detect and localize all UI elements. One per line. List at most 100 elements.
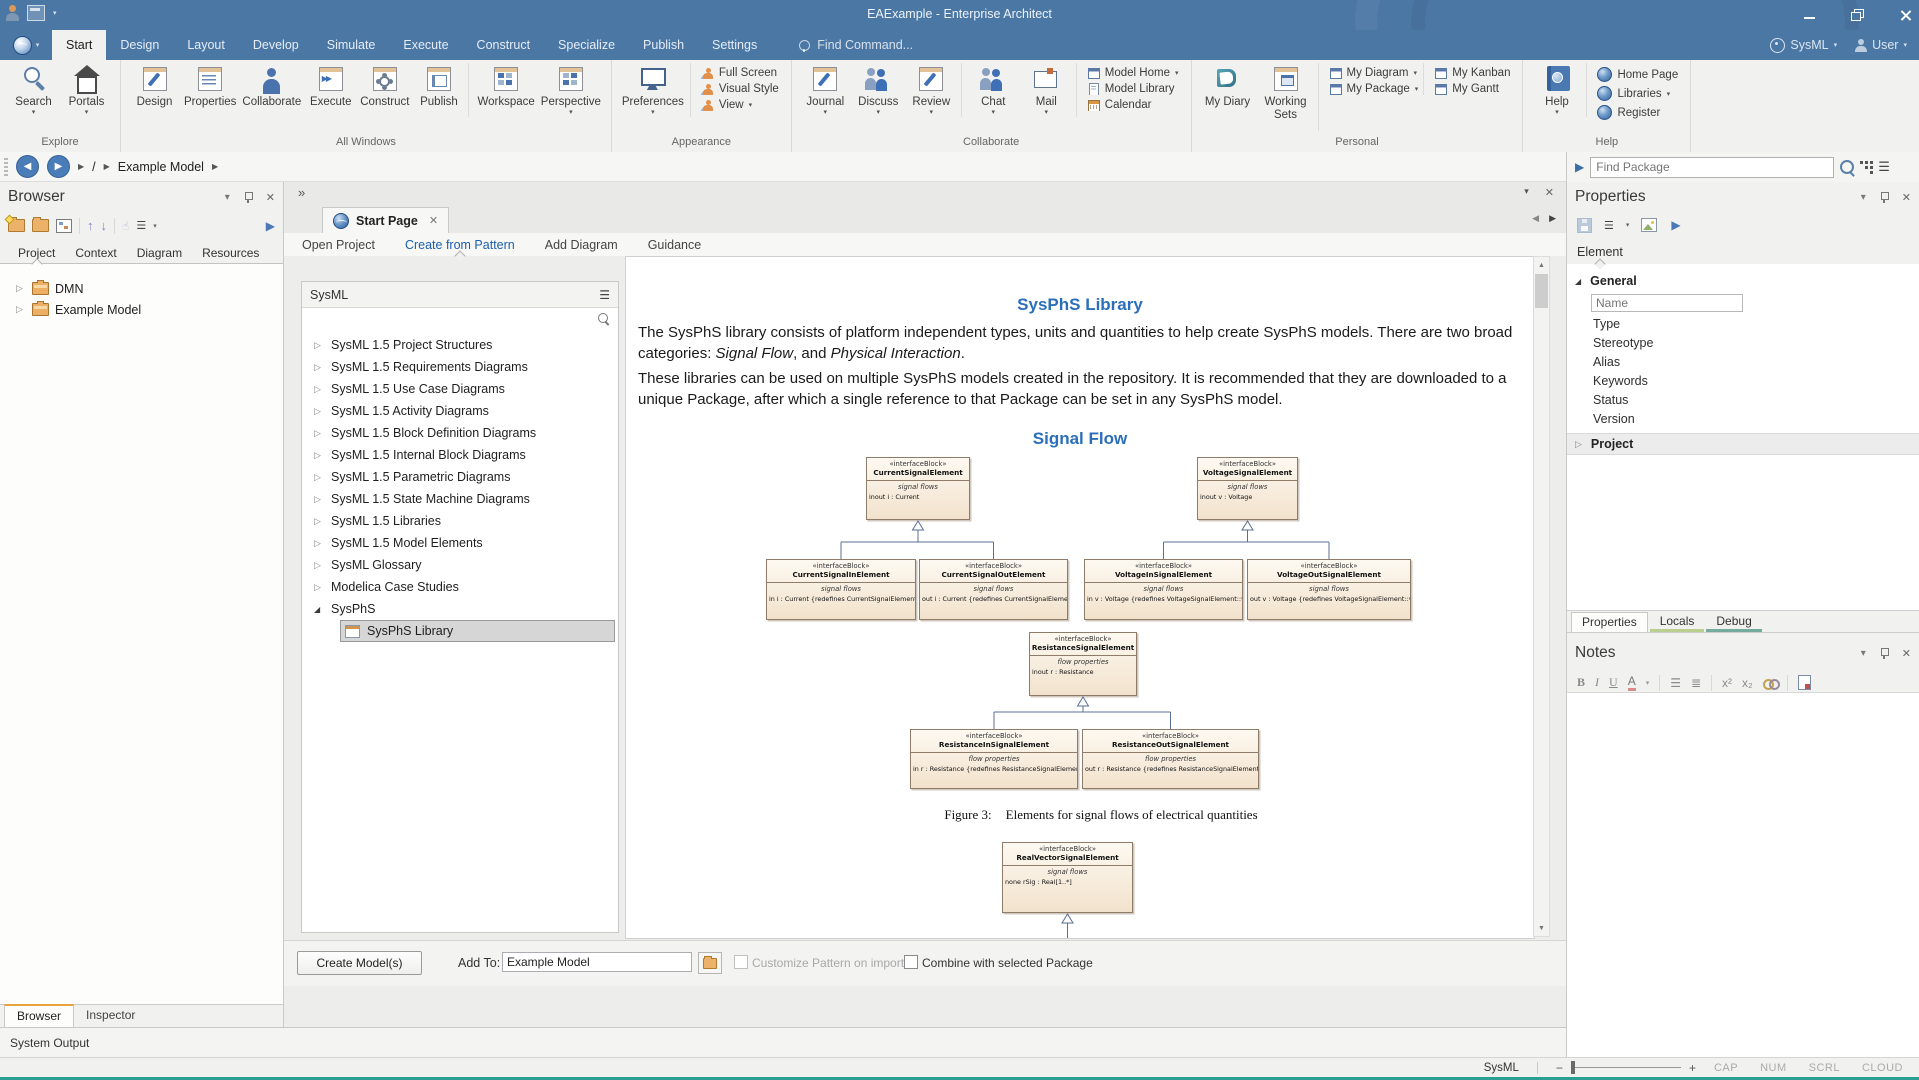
uml-block-voltageinsignalelement[interactable]: «interfaceBlock»VoltageInSignalElementsi… — [1084, 559, 1243, 620]
ribbon-button-properties[interactable]: Properties▾ — [181, 63, 239, 117]
ribbon-button-design[interactable]: Design▾ — [128, 63, 181, 117]
notes-editor[interactable] — [1567, 692, 1919, 1057]
expand-icon[interactable]: ▷ — [16, 283, 26, 294]
uml-block-resistancesignalelement[interactable]: «interfaceBlock»ResistanceSignalElementf… — [1029, 632, 1137, 696]
panel-close-icon[interactable]: ✕ — [266, 191, 275, 204]
ribbon-button-my-kanban[interactable]: My Kanban — [1434, 67, 1510, 79]
next-icon[interactable]: ▶ — [1671, 218, 1680, 232]
expand-icon[interactable]: ▷ — [314, 450, 324, 461]
panel-close-icon[interactable]: ✕ — [1902, 191, 1911, 204]
property-row-keywords[interactable]: Keywords — [1567, 371, 1919, 390]
pattern-item-sysphs[interactable]: ◢SysPhS — [302, 598, 618, 620]
ribbon-button-home-page[interactable]: Home Page — [1597, 67, 1678, 82]
uml-block-voltageoutsignalelement[interactable]: «interfaceBlock»VoltageOutSignalElements… — [1247, 559, 1411, 620]
zoom-in-icon[interactable]: + — [1689, 1061, 1696, 1075]
package-folder-icon[interactable] — [32, 219, 49, 232]
expand-icon[interactable]: ▷ — [314, 494, 324, 505]
browser-menu-icon[interactable]: ☰ — [136, 219, 146, 232]
ribbon-button-full-screen[interactable]: Full Screen — [701, 67, 779, 79]
customize-pattern-checkbox[interactable] — [734, 955, 748, 969]
ribbon-button-my-gantt[interactable]: My Gantt — [1434, 83, 1510, 95]
ribbon-button-model-home[interactable]: Model Home▾ — [1087, 67, 1179, 79]
tab-overflow-icon[interactable]: » — [298, 185, 305, 200]
save-icon[interactable] — [1577, 218, 1592, 233]
panel-tab-browser[interactable]: Browser — [4, 1004, 74, 1027]
startpage-nav-guidance[interactable]: Guidance — [648, 233, 702, 256]
pin-icon[interactable] — [1880, 192, 1888, 203]
ribbon-button-my-package[interactable]: My Package▾ — [1329, 83, 1419, 95]
pattern-item-sysml-glossary[interactable]: ▷SysML Glossary — [302, 554, 618, 576]
tab-element[interactable]: Element — [1577, 245, 1623, 264]
pin-icon[interactable] — [1880, 648, 1888, 659]
tab-start-page[interactable]: Start Page ✕ — [322, 207, 449, 233]
ribbon-button-working-sets[interactable]: Working Sets▾ — [1257, 63, 1319, 131]
italic-icon[interactable]: I — [1595, 675, 1599, 690]
app-menu-button[interactable]: ▾ — [0, 30, 52, 60]
properties-menu-icon[interactable]: ☰ — [1604, 219, 1614, 232]
new-diagram-icon[interactable] — [56, 219, 72, 233]
ribbon-button-collaborate[interactable]: Collaborate▾ — [239, 63, 304, 117]
expand-icon[interactable]: ▷ — [16, 304, 26, 315]
ribbon-button-visual-style[interactable]: Visual Style — [701, 83, 779, 95]
tree-item-example-model[interactable]: ▷Example Model — [0, 299, 283, 320]
section-general[interactable]: ◢ General — [1567, 270, 1919, 292]
ribbon-button-model-library[interactable]: Model Library — [1087, 83, 1179, 95]
expand-icon[interactable]: ▷ — [314, 362, 324, 373]
ribbon-button-register[interactable]: Register — [1597, 105, 1678, 120]
find-menu-icon[interactable]: ☰ — [1878, 159, 1890, 175]
model-blocks-icon[interactable] — [1860, 161, 1872, 173]
expand-icon[interactable]: ▷ — [314, 406, 324, 417]
ribbon-button-my-diary[interactable]: My Diary▾ — [1199, 63, 1257, 118]
property-row-version[interactable]: Version — [1567, 409, 1919, 428]
zoom-out-icon[interactable]: − — [1556, 1061, 1563, 1075]
ribbon-tab-layout[interactable]: Layout — [173, 30, 239, 60]
pattern-item-sysphs-library[interactable]: SysPhS Library — [340, 620, 615, 642]
font-color-dropdown-icon[interactable]: ▾ — [1646, 679, 1650, 687]
status-perspective[interactable]: SysML — [1484, 1062, 1519, 1074]
tab-scroll-right-icon[interactable]: ▶ — [1549, 213, 1556, 224]
user-menu[interactable]: User ▾ — [1855, 38, 1907, 52]
pattern-item-sysml-1-5-project-structures[interactable]: ▷SysML 1.5 Project Structures — [302, 334, 618, 356]
expand-icon[interactable]: ▷ — [314, 340, 324, 351]
font-color-icon[interactable]: A — [1628, 675, 1636, 691]
dock-tab-debug[interactable]: Debug — [1706, 612, 1761, 632]
expand-icon[interactable]: ▷ — [314, 538, 324, 549]
pin-icon[interactable] — [244, 192, 252, 203]
browser-menu-dropdown-icon[interactable]: ▾ — [153, 222, 157, 230]
expand-icon[interactable]: ▷ — [314, 384, 324, 395]
locate-icon[interactable]: ☝ — [122, 219, 129, 233]
ribbon-button-chat[interactable]: Chat▾ — [967, 63, 1020, 117]
pattern-item-sysml-1-5-parametric-diagrams[interactable]: ▷SysML 1.5 Parametric Diagrams — [302, 466, 618, 488]
doc-scrollbar[interactable]: ▲ ▼ — [1533, 256, 1550, 937]
expand-icon[interactable]: ▷ — [314, 582, 324, 593]
pattern-item-sysml-1-5-activity-diagrams[interactable]: ▷SysML 1.5 Activity Diagrams — [302, 400, 618, 422]
ribbon-tab-start[interactable]: Start — [52, 30, 106, 60]
bullet-list-icon[interactable]: ☰ — [1670, 676, 1681, 690]
expand-icon[interactable]: ▷ — [314, 428, 324, 439]
create-models-button[interactable]: Create Model(s) — [297, 951, 422, 975]
find-package-input[interactable] — [1590, 157, 1834, 178]
pattern-item-sysml-1-5-state-machine-diagrams[interactable]: ▷SysML 1.5 State Machine Diagrams — [302, 488, 618, 510]
dock-tab-locals[interactable]: Locals — [1650, 612, 1705, 632]
properties-menu-dropdown-icon[interactable]: ▾ — [1626, 221, 1630, 229]
ribbon-button-view[interactable]: View▾ — [701, 99, 779, 111]
find-command[interactable]: Find Command... — [799, 30, 913, 60]
numbered-list-icon[interactable]: ≣ — [1691, 676, 1701, 690]
hyperlink-icon[interactable] — [1763, 678, 1777, 688]
breadcrumb-item[interactable]: Example Model — [118, 160, 204, 174]
ribbon-button-journal[interactable]: Journal▾ — [799, 63, 852, 117]
add-to-input[interactable] — [502, 952, 692, 972]
property-row-alias[interactable]: Alias — [1567, 352, 1919, 371]
ribbon-tab-specialize[interactable]: Specialize — [544, 30, 629, 60]
ribbon-button-help[interactable]: Help▾ — [1530, 63, 1587, 117]
ribbon-tab-develop[interactable]: Develop — [239, 30, 313, 60]
panel-dropdown-icon[interactable]: ▾ — [1861, 648, 1866, 659]
uml-block-currentsignaloutelement[interactable]: «interfaceBlock»CurrentSignalOutElements… — [919, 559, 1068, 620]
pattern-item-sysml-1-5-use-case-diagrams[interactable]: ▷SysML 1.5 Use Case Diagrams — [302, 378, 618, 400]
browser-tab-project[interactable]: Project — [8, 243, 65, 263]
section-project[interactable]: ▷ Project — [1567, 433, 1919, 455]
maximize-button[interactable] — [1851, 9, 1865, 21]
ribbon-button-perspective[interactable]: Perspective▾ — [538, 63, 604, 117]
expand-icon[interactable]: ▷ — [314, 516, 324, 527]
perspective-menu[interactable]: SysML ▾ — [1770, 38, 1837, 53]
